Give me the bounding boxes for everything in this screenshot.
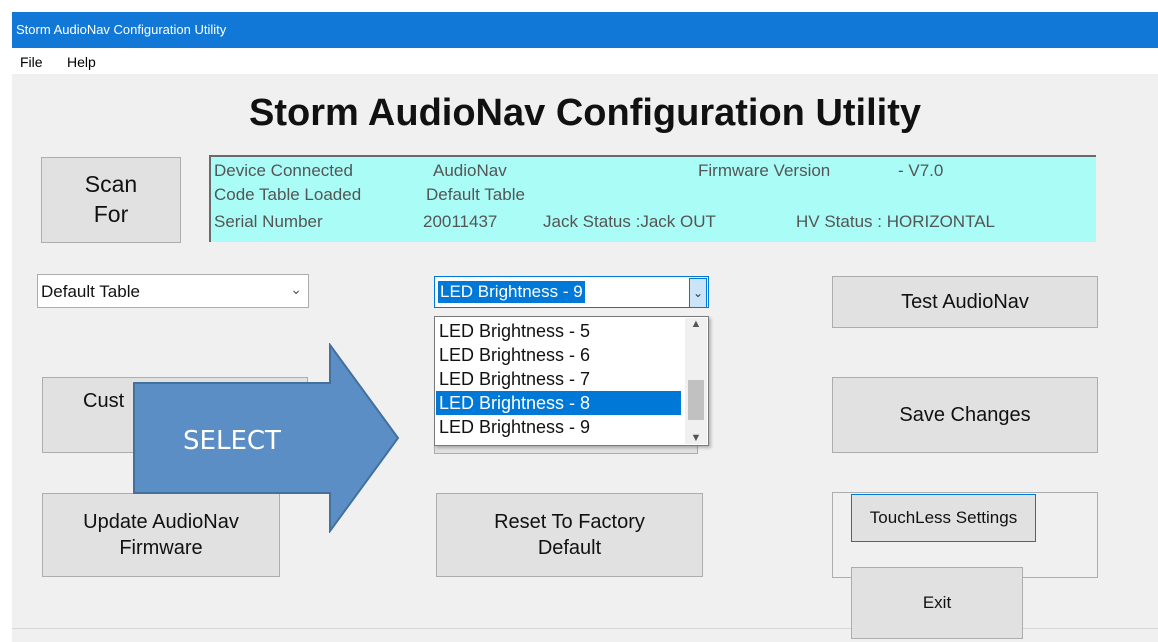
touchless-settings-label: TouchLess Settings <box>869 507 1018 527</box>
reset-factory-line2: Default <box>537 537 602 559</box>
code-table-select-value: Default Table <box>41 282 140 301</box>
menu-bar: File Help <box>12 48 1158 74</box>
chevron-down-icon[interactable]: ▼ <box>685 432 707 444</box>
chevron-up-icon[interactable]: ▲ <box>685 318 707 330</box>
title-bar: Storm AudioNav Configuration Utility <box>12 12 1158 48</box>
list-item[interactable]: LED Brightness - 7 <box>436 367 681 391</box>
chevron-down-icon: ⌄ <box>290 281 302 297</box>
touchless-settings-button[interactable]: TouchLess Settings <box>851 494 1036 542</box>
menu-file[interactable]: File <box>20 54 43 70</box>
serial-value: 20011437 <box>423 212 498 231</box>
scan-button[interactable]: Scan For <box>41 157 181 243</box>
exit-label: Exit <box>922 592 952 612</box>
select-arrow-annotation: SELECT <box>133 343 400 533</box>
save-changes-label: Save Changes <box>899 404 1031 426</box>
code-table-label: Code Table Loaded <box>214 185 362 204</box>
firmware-value: - V7.0 <box>898 161 944 180</box>
serial-label: Serial Number <box>214 212 323 231</box>
menu-help[interactable]: Help <box>67 54 96 70</box>
list-item[interactable]: LED Brightness - 9 <box>436 415 681 439</box>
test-audionav-button[interactable]: Test AudioNav <box>832 276 1098 328</box>
hv-status: HV Status : HORIZONTAL <box>796 212 996 231</box>
firmware-label: Firmware Version <box>698 161 831 180</box>
reset-factory-line1: Reset To Factory <box>494 511 645 533</box>
device-connected-label: Device Connected <box>214 161 353 180</box>
scan-button-line2: For <box>93 201 129 227</box>
reset-factory-button[interactable]: Reset To Factory Default <box>436 493 703 577</box>
led-brightness-select-value: LED Brightness - 9 <box>438 281 585 303</box>
status-panel: Device Connected AudioNav Firmware Versi… <box>209 155 1096 242</box>
list-item[interactable]: LED Brightness - 6 <box>436 343 681 367</box>
customize-button-label: Cust <box>83 390 125 412</box>
code-table-select[interactable]: Default Table ⌄ <box>37 274 309 308</box>
scrollbar-thumb[interactable] <box>688 380 704 420</box>
led-brightness-select[interactable]: LED Brightness - 9 ⌄ <box>434 276 709 308</box>
scan-button-line1: Scan <box>84 171 138 198</box>
app-window: File Help Storm AudioNav Configuration U… <box>12 48 1158 642</box>
jack-status: Jack Status :Jack OUT <box>543 212 716 231</box>
select-arrow-label: SELECT <box>183 426 281 456</box>
test-audionav-label: Test AudioNav <box>901 291 1029 313</box>
list-item-highlighted[interactable]: LED Brightness - 8 <box>436 391 681 415</box>
list-item[interactable]: LED Brightness - 5 <box>436 319 681 343</box>
exit-button[interactable]: Exit <box>851 567 1023 639</box>
led-brightness-dropdown-list: LED Brightness - 5 LED Brightness - 6 LE… <box>434 316 709 446</box>
chevron-down-icon[interactable]: ⌄ <box>689 278 707 308</box>
update-firmware-line2: Firmware <box>119 537 203 559</box>
code-table-value: Default Table <box>426 185 525 204</box>
page-title: Storm AudioNav Configuration Utility <box>248 92 921 134</box>
save-changes-button[interactable]: Save Changes <box>832 377 1098 453</box>
dropdown-scrollbar[interactable]: ▲ ▼ <box>685 318 707 444</box>
device-connected-value: AudioNav <box>433 161 507 180</box>
